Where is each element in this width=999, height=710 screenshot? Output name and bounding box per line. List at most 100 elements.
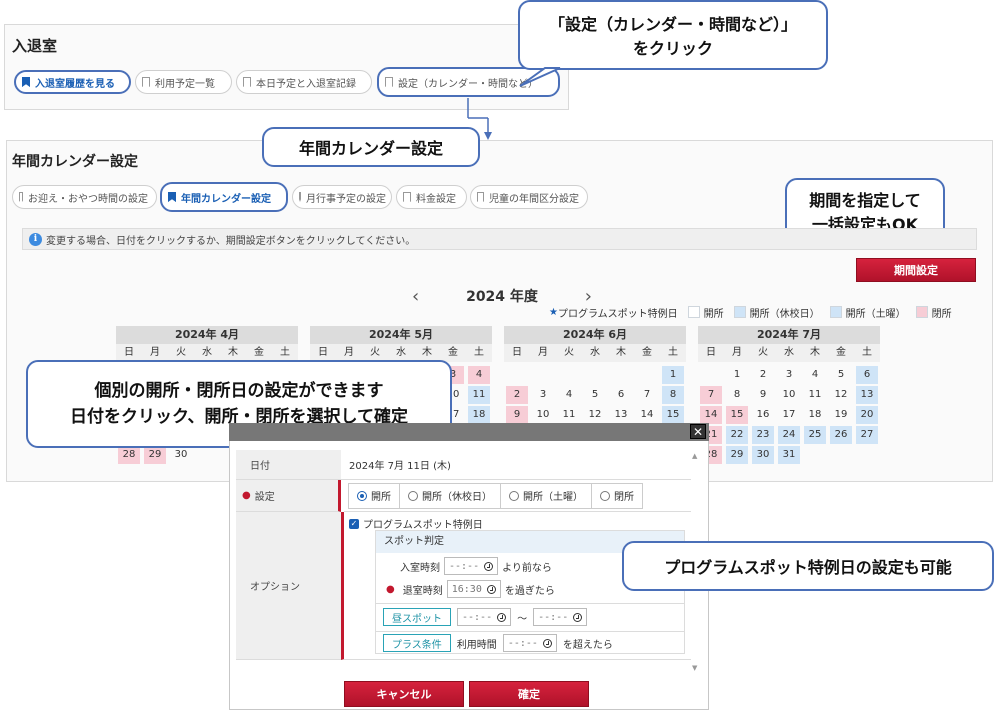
empty-day xyxy=(556,366,582,384)
tab-fees[interactable]: 料金設定 xyxy=(396,185,467,209)
open-status-radio-group: 開所 開所（休校日） 開所（土曜） 閉所 xyxy=(348,482,643,509)
calendar-day[interactable]: 1 xyxy=(726,366,748,384)
calendar-day[interactable]: 3 xyxy=(532,386,554,404)
calendar-day[interactable]: 7 xyxy=(636,386,658,404)
bookmark-icon xyxy=(403,192,411,202)
calendar-day[interactable]: 4 xyxy=(804,366,826,384)
calendar-day[interactable]: 4 xyxy=(558,386,580,404)
confirm-button[interactable]: 確定 xyxy=(469,681,589,707)
required-dot-icon: ● xyxy=(242,490,251,501)
radio-open-holiday[interactable]: 開所（休校日） xyxy=(400,483,501,508)
calendar-day[interactable]: 17 xyxy=(778,406,800,424)
calendar-day[interactable]: 8 xyxy=(726,386,748,404)
calendar-day[interactable]: 2 xyxy=(752,366,774,384)
date-value: 2024年 7月 11日 (木) xyxy=(341,450,691,480)
calendar-day[interactable]: 10 xyxy=(532,406,554,424)
calendar-day[interactable]: 30 xyxy=(170,446,192,464)
calendar-day[interactable]: 12 xyxy=(584,406,606,424)
spot-checkbox-row[interactable]: ✓ プログラムスポット特例日 xyxy=(349,516,483,531)
page-title: 年間カレンダー設定 xyxy=(12,154,138,170)
calendar-day[interactable]: 5 xyxy=(584,386,606,404)
radio-open-saturday[interactable]: 開所（土曜） xyxy=(501,483,592,508)
calendar-day[interactable]: 25 xyxy=(804,426,826,444)
tab-child-annual-class[interactable]: 児童の年間区分設定 xyxy=(470,185,588,209)
radio-open[interactable]: 開所 xyxy=(349,483,400,508)
legend-holiday: 開所（休校日） xyxy=(749,308,820,320)
calendar-day[interactable]: 9 xyxy=(752,386,774,404)
calendar-day[interactable]: 20 xyxy=(856,406,878,424)
calendar-day[interactable]: 18 xyxy=(804,406,826,424)
calendar-day[interactable]: 30 xyxy=(752,446,774,464)
calendar-day[interactable]: 31 xyxy=(778,446,800,464)
calendar-day[interactable]: 6 xyxy=(856,366,878,384)
calendar-day[interactable]: 15 xyxy=(726,406,748,424)
scroll-down-icon[interactable]: ▼ xyxy=(692,664,697,672)
exit-time-input[interactable]: 16:30 xyxy=(446,580,501,598)
calendar-day[interactable]: 13 xyxy=(856,386,878,404)
calendar-day[interactable]: 3 xyxy=(778,366,800,384)
radio-checked-icon xyxy=(357,490,367,501)
noon-to-input[interactable]: --:-- xyxy=(533,608,588,626)
calendar-day[interactable]: 11 xyxy=(558,406,580,424)
entry-time-input[interactable]: --:-- xyxy=(444,557,499,575)
scroll-up-icon[interactable]: ▲ xyxy=(692,452,697,460)
calendar-day[interactable]: 12 xyxy=(830,386,852,404)
legend-saturday: 開所（土曜） xyxy=(845,308,906,320)
usage-time-input[interactable]: --:-- xyxy=(502,634,557,652)
tab-annual-calendar[interactable]: 年間カレンダー設定 xyxy=(160,182,288,212)
weekday-label: 水 xyxy=(784,347,794,358)
period-setting-button[interactable]: 期間設定 xyxy=(856,258,976,282)
calendar-day[interactable]: 2 xyxy=(506,386,528,404)
month-title: 2024年 6月 xyxy=(504,326,686,344)
calendar-day[interactable]: 8 xyxy=(662,386,684,404)
calendar-day[interactable]: 1 xyxy=(662,366,684,384)
calendar-day[interactable]: 14 xyxy=(700,406,722,424)
calendar-day[interactable]: 28 xyxy=(118,446,140,464)
divider xyxy=(376,631,684,632)
calendar-day[interactable]: 29 xyxy=(726,446,748,464)
noon-from-input[interactable]: --:-- xyxy=(457,608,512,626)
cancel-button[interactable]: キャンセル xyxy=(344,681,464,707)
weekday-label: 金 xyxy=(448,347,458,358)
calendar-day[interactable]: 10 xyxy=(778,386,800,404)
callout-annual-calendar: 年間カレンダー設定 xyxy=(262,127,480,167)
calendar-day[interactable]: 27 xyxy=(856,426,878,444)
calendar-day[interactable]: 29 xyxy=(144,446,166,464)
weekday-label: 火 xyxy=(564,347,574,358)
calendar-day[interactable]: 11 xyxy=(804,386,826,404)
prev-year-button[interactable]: ‹ xyxy=(412,286,419,307)
clock-icon xyxy=(484,561,494,571)
legend-spot: プログラムスポット特例日 xyxy=(557,308,678,320)
day-grid: 1 2 3 4 5 6 7 8 9 10 11 12 13 14 15 xyxy=(504,366,686,424)
calendar-day[interactable]: 7 xyxy=(700,386,722,404)
calendar-day[interactable]: 18 xyxy=(468,406,490,424)
empty-day xyxy=(504,366,530,384)
calendar-day[interactable]: 24 xyxy=(778,426,800,444)
month-title: 2024年 7月 xyxy=(698,326,880,344)
calendar-day[interactable]: 11 xyxy=(468,386,490,404)
legend-open: 開所 xyxy=(703,308,724,320)
calendar-day[interactable]: 16 xyxy=(752,406,774,424)
calendar-day[interactable]: 5 xyxy=(830,366,852,384)
legend-swatch-holiday xyxy=(733,306,746,318)
calendar-day[interactable]: 13 xyxy=(610,406,632,424)
calendar-day[interactable]: 19 xyxy=(830,406,852,424)
calendar-day[interactable]: 9 xyxy=(506,406,528,424)
exit-time-row: ● 退室時刻 16:30 を過ぎたら xyxy=(386,580,555,598)
radio-closed[interactable]: 閉所 xyxy=(592,484,642,508)
month-title: 2024年 4月 xyxy=(116,326,298,344)
weekday-label: 金 xyxy=(642,347,652,358)
close-icon[interactable]: ✕ xyxy=(690,424,706,439)
tab-pickup-snack[interactable]: お迎え・おやつ時間の設定 xyxy=(12,185,157,209)
calendar-day[interactable]: 4 xyxy=(468,366,490,384)
calendar-day[interactable]: 15 xyxy=(662,406,684,424)
tab-monthly-events[interactable]: 月行事予定の設定 xyxy=(292,185,392,209)
calendar-day[interactable]: 6 xyxy=(610,386,632,404)
clock-icon xyxy=(573,612,583,622)
calendar-day[interactable]: 22 xyxy=(726,426,748,444)
calendar-day[interactable]: 14 xyxy=(636,406,658,424)
calendar-day[interactable]: 23 xyxy=(752,426,774,444)
calendar-day[interactable]: 26 xyxy=(830,426,852,444)
checkbox-checked-icon: ✓ xyxy=(349,518,359,529)
noon-spot-row: 昼スポット --:-- 〜 --:-- xyxy=(383,608,588,626)
